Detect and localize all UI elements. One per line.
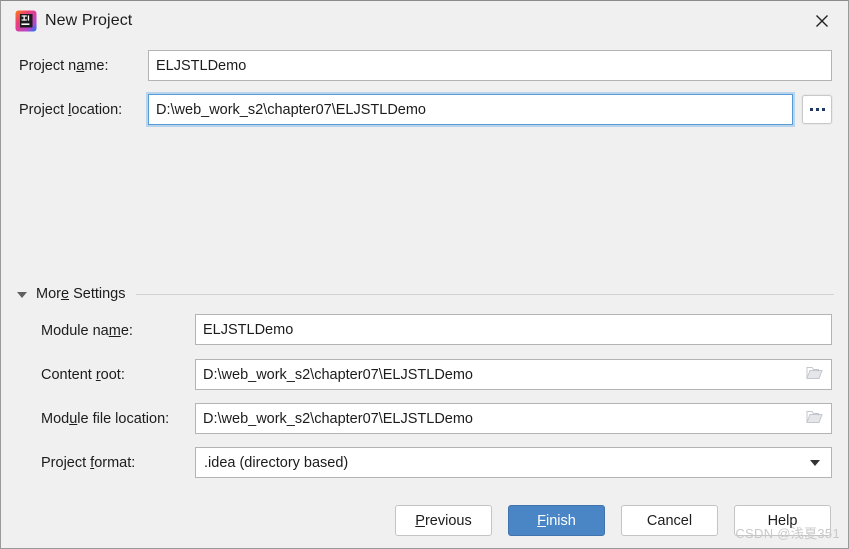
close-button[interactable]	[794, 1, 848, 41]
folder-icon[interactable]	[806, 410, 823, 428]
new-project-dialog: New Project Project name: ELJSTLDemo Pro…	[0, 0, 849, 549]
project-format-select[interactable]: .idea (directory based)	[195, 447, 832, 478]
previous-button-label: Previous	[415, 512, 472, 529]
content-root-value: D:\web_work_s2\chapter07\ELJSTLDemo	[203, 366, 473, 383]
window-title: New Project	[45, 12, 133, 29]
title-bar: New Project	[1, 1, 848, 41]
project-name-input[interactable]: ELJSTLDemo	[148, 50, 832, 81]
ellipsis-icon	[809, 108, 825, 111]
module-name-value: ELJSTLDemo	[203, 321, 294, 338]
cancel-button[interactable]: Cancel	[621, 505, 718, 536]
help-button-label: Help	[767, 512, 798, 529]
browse-ellipsis-button[interactable]	[802, 95, 832, 124]
module-name-label: Module name:	[41, 323, 133, 339]
module-file-location-input[interactable]: D:\web_work_s2\chapter07\ELJSTLDemo	[195, 403, 832, 434]
project-name-label: Project name:	[19, 58, 109, 74]
help-button[interactable]: Help	[734, 505, 831, 536]
cancel-button-label: Cancel	[646, 512, 693, 529]
project-format-value: .idea (directory based)	[204, 454, 349, 471]
finish-button[interactable]: Finish	[508, 505, 605, 536]
previous-button[interactable]: Previous	[395, 505, 492, 536]
project-location-label: Project location:	[19, 102, 123, 118]
module-file-location-label: Module file location:	[41, 411, 170, 427]
more-settings-divider	[136, 293, 834, 295]
intellij-idea-icon	[15, 10, 37, 32]
project-name-value: ELJSTLDemo	[156, 57, 247, 74]
module-name-input[interactable]: ELJSTLDemo	[195, 314, 832, 345]
more-settings-label: More Settings	[36, 286, 126, 302]
project-location-value: D:\web_work_s2\chapter07\ELJSTLDemo	[156, 101, 426, 118]
project-format-label: Project format:	[41, 455, 136, 471]
close-icon	[815, 14, 829, 28]
content-root-input[interactable]: D:\web_work_s2\chapter07\ELJSTLDemo	[195, 359, 832, 390]
triangle-down-icon	[17, 291, 27, 298]
more-settings-toggle[interactable]: More Settings	[17, 286, 834, 302]
content-root-label: Content root:	[41, 367, 125, 383]
folder-icon[interactable]	[806, 366, 823, 384]
finish-button-label: Finish	[537, 512, 576, 529]
project-location-input[interactable]: D:\web_work_s2\chapter07\ELJSTLDemo	[148, 94, 793, 125]
module-file-location-value: D:\web_work_s2\chapter07\ELJSTLDemo	[203, 410, 473, 427]
chevron-down-icon	[810, 459, 820, 466]
